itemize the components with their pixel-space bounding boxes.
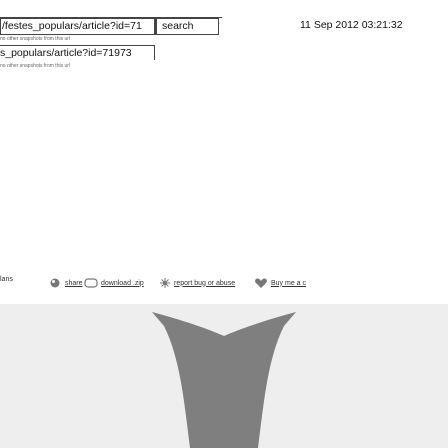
buy-me-coffee-label: Buy me a c: [271, 279, 307, 287]
share-icon: [50, 278, 60, 288]
report-icon: [160, 278, 170, 288]
banner: [0, 304, 448, 448]
banner-shape: [152, 312, 296, 448]
download-zip-button[interactable]: download .zip: [84, 277, 144, 289]
snapshot-date: 11 Sep 2012 03:21:32: [300, 19, 403, 31]
share-label: share: [65, 279, 83, 287]
snapshot-note: no other snapshots from this url: [0, 63, 71, 69]
report-bug-label: report bug or abuse: [174, 279, 236, 287]
download-icon: [84, 278, 98, 288]
download-zip-label: download .zip: [101, 279, 144, 287]
buy-me-coffee-button[interactable]: Buy me a c: [254, 277, 306, 289]
report-bug-button[interactable]: report bug or abuse: [159, 277, 235, 289]
heart-icon: [255, 278, 267, 288]
snapshot-note: no other snapshots from this url: [0, 36, 71, 42]
action-bar: share download .zip report bug or abuse …: [0, 277, 448, 301]
share-button[interactable]: share: [48, 277, 83, 289]
url-row: /festes_populars/article?id=71 search: [0, 18, 219, 35]
search-button[interactable]: search: [155, 18, 219, 35]
url-input[interactable]: /festes_populars/article?id=71: [0, 18, 155, 35]
snapshot-url-link[interactable]: s_populars/article?id=71973: [0, 45, 155, 60]
